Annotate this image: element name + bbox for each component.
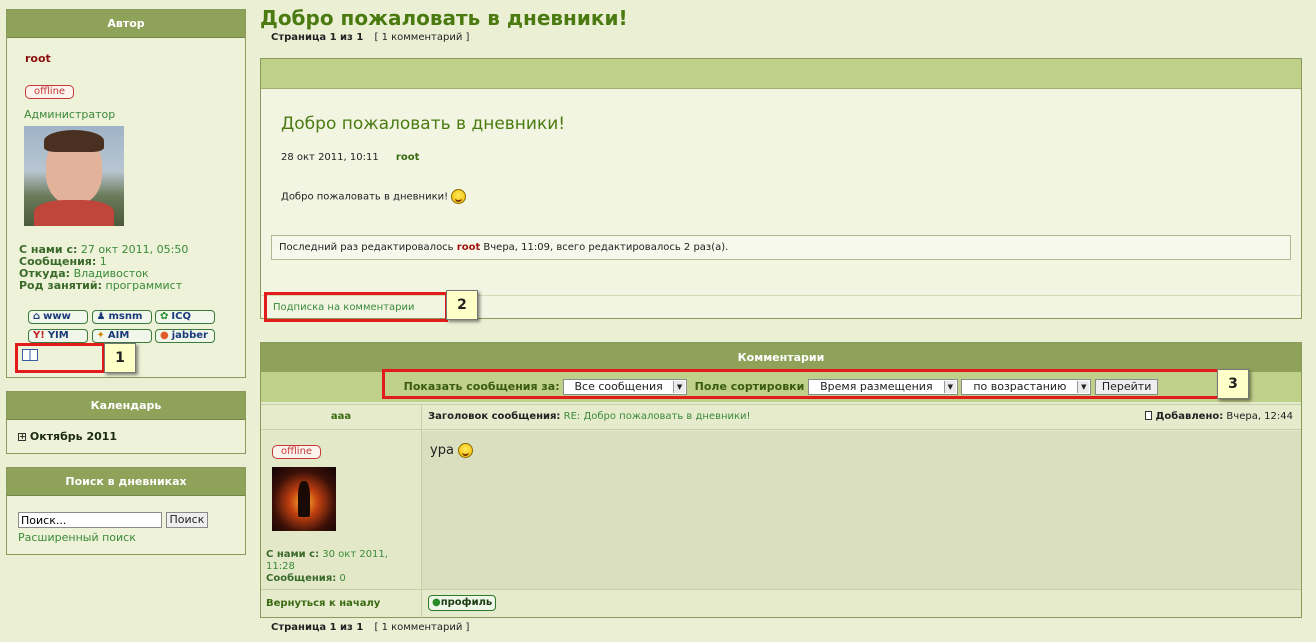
callout-2: 2 [446, 290, 478, 320]
post-posts-label: Сообщения: [266, 573, 337, 584]
post-header-row: aaa Заголовок сообщения: RE: Добро пожал… [261, 404, 1301, 431]
post-added-value: Вчера, 12:44 [1226, 411, 1293, 422]
calendar-panel-title: Календарь [7, 392, 245, 420]
entry-header-bar [261, 59, 1301, 89]
www-button[interactable]: ⌂ www [28, 310, 88, 324]
post-subject-label: Заголовок сообщения: [428, 411, 561, 422]
laughing-smiley-icon [458, 443, 474, 458]
icq-button[interactable]: ✿ ICQ [155, 310, 215, 324]
aim-button[interactable]: ✦ AIM [91, 329, 152, 343]
post-body: ура [430, 443, 454, 458]
author-role: Администратор [24, 108, 116, 121]
post-posts-value: 0 [339, 573, 346, 584]
blog-search-input[interactable] [18, 512, 162, 528]
jabber-bulb-icon: ● [160, 330, 169, 341]
callout-3: 3 [1217, 369, 1249, 399]
comments-header: Комментарии [261, 343, 1301, 372]
entry-title: Добро пожаловать в дневники! [281, 114, 566, 134]
search-panel-title: Поиск в дневниках [7, 468, 245, 496]
comments-count-bottom: [ 1 комментарий ] [374, 622, 470, 633]
page-title: Добро пожаловать в дневники! [260, 6, 628, 30]
avatar [24, 126, 124, 226]
calendar-panel: Календарь + Октябрь 2011 [6, 391, 246, 454]
back-to-top-link[interactable]: Вернуться к началу [266, 598, 380, 609]
entry-panel: Добро пожаловать в дневники! 28 окт 2011… [260, 58, 1302, 319]
author-occupation-label: Род занятий: [19, 279, 102, 292]
expand-plus-icon[interactable]: + [18, 433, 26, 441]
home-icon: ⌂ [33, 311, 41, 322]
jabber-button[interactable]: ● jabber [155, 329, 215, 343]
edit-user[interactable]: root [457, 242, 480, 253]
post-joined-label: С нами с: [266, 549, 320, 560]
post-avatar [272, 467, 336, 531]
author-occupation-value: программист [105, 279, 183, 292]
advanced-search-link[interactable]: Расширенный поиск [18, 531, 245, 544]
post-page-icon[interactable] [1145, 411, 1153, 420]
callout-1: 1 [104, 343, 136, 373]
profile-icon: ● [432, 597, 441, 608]
comments-count-top: [ 1 комментарий ] [374, 32, 470, 43]
post-added-label: Добавлено: [1155, 411, 1224, 422]
msn-icon: ♟ [96, 311, 106, 322]
author-panel-title: Автор [7, 10, 245, 38]
edit-notice: Последний раз редактировалось root Вчера… [271, 235, 1291, 260]
yahoo-icon: Y! [33, 330, 45, 341]
pagination-bottom: Страница 1 из 1 [271, 622, 364, 633]
highlight-box-1 [15, 343, 105, 373]
profile-button[interactable]: ●профиль [428, 595, 497, 611]
blog-search-button[interactable]: Поиск [165, 512, 209, 528]
aim-runner-icon: ✦ [96, 330, 105, 341]
author-panel: Автор root offline Администратор С нами … [6, 9, 246, 378]
post-author[interactable]: aaa [261, 411, 421, 422]
author-username[interactable]: root [25, 52, 234, 65]
laughing-smiley-icon [451, 189, 467, 204]
calendar-month-link[interactable]: Октябрь 2011 [30, 430, 117, 443]
entry-date: 28 окт 2011, 10:11 [281, 152, 379, 163]
entry-body: Добро пожаловать в дневники! [281, 191, 449, 203]
icq-flower-icon: ✿ [160, 311, 169, 322]
author-status-badge: offline [25, 85, 75, 99]
search-panel: Поиск в дневниках Поиск Расширенный поис… [6, 467, 246, 555]
highlight-box-2 [264, 292, 448, 322]
post-status-badge: offline [272, 445, 322, 459]
yim-button[interactable]: Y! YIM [28, 329, 88, 343]
post-subject-link[interactable]: RE: Добро пожаловать в дневники! [564, 411, 751, 422]
pagination-top: Страница 1 из 1 [271, 32, 364, 43]
highlight-box-3 [382, 369, 1220, 399]
entry-author[interactable]: root [396, 152, 419, 163]
msnm-button[interactable]: ♟ msnm [91, 310, 152, 324]
